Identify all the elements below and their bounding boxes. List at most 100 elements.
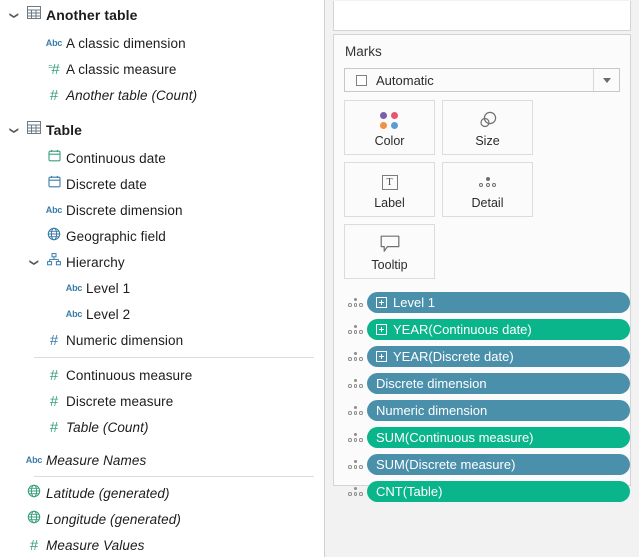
detail-dots-icon[interactable] — [344, 487, 367, 496]
mark-button-detail[interactable]: Detail — [442, 162, 533, 217]
field-item[interactable]: # Table (Count) — [0, 414, 324, 440]
field-label: Numeric dimension — [66, 332, 184, 348]
detail-dots-icon[interactable] — [344, 460, 367, 469]
data-pane: ❯ Another table Abc A classic dimension = # A … — [0, 0, 325, 557]
field-item[interactable]: # Discrete measure — [0, 388, 324, 414]
chevron-down-icon[interactable]: ❯ — [30, 254, 40, 270]
field-item[interactable]: Abc Discrete dimension — [0, 197, 324, 223]
field-icon-slot: # — [42, 333, 66, 348]
field-item[interactable]: Latitude (generated) — [0, 480, 324, 506]
marks-card-title: Marks — [345, 44, 382, 59]
marks-shelf-pill-list: Level 1 YEAR(Continuous date) YEAR(Discret… — [334, 290, 630, 504]
detail-dots-icon — [479, 169, 496, 195]
field-label: Continuous date — [66, 150, 166, 166]
expand-plus-icon[interactable] — [376, 324, 387, 335]
pill-sumdiscrete-measure[interactable]: SUM(Discrete measure) — [367, 454, 630, 475]
marks-pill-row: YEAR(Continuous date) — [344, 317, 630, 342]
mark-button-size[interactable]: Size — [442, 100, 533, 155]
detail-dots-icon[interactable] — [344, 379, 367, 388]
detail-dots-icon[interactable] — [344, 406, 367, 415]
calculated-number-icon: = # — [48, 60, 60, 78]
marks-pill-row: SUM(Discrete measure) — [344, 452, 630, 477]
number-icon: # — [49, 86, 59, 104]
detail-dots-icon[interactable] — [344, 433, 367, 442]
field-label: A classic dimension — [66, 35, 186, 51]
expand-plus-icon[interactable] — [376, 351, 387, 362]
field-divider — [34, 357, 314, 358]
pill-cnttable[interactable]: CNT(Table) — [367, 481, 630, 502]
field-label: Discrete dimension — [66, 202, 183, 218]
mark-type-dropdown[interactable]: Automatic — [344, 68, 620, 92]
field-icon-slot: Abc — [62, 283, 86, 293]
field-label: Geographic field — [66, 228, 166, 244]
pill-discrete-dimension[interactable]: Discrete dimension — [367, 373, 630, 394]
field-label: Latitude (generated) — [46, 485, 170, 501]
size-circles-icon — [477, 107, 499, 133]
field-item[interactable]: Geographic field — [0, 223, 324, 249]
globe-green-icon — [27, 484, 41, 503]
field-label: Measure Values — [46, 537, 145, 553]
globe-green-icon — [27, 510, 41, 529]
chevron-down-icon[interactable] — [593, 69, 619, 91]
pill-sumcontinuous-measure[interactable]: SUM(Continuous measure) — [367, 427, 630, 448]
pill-yearcontinuous-date[interactable]: YEAR(Continuous date) — [367, 319, 630, 340]
marks-pill-row: Level 1 — [344, 290, 630, 315]
detail-dots-icon[interactable] — [344, 325, 367, 334]
pill-yeardiscrete-date[interactable]: YEAR(Discrete date) — [367, 346, 630, 367]
field-item[interactable]: Discrete date — [0, 171, 324, 197]
field-item[interactable]: = # A classic measure — [0, 56, 324, 82]
detail-dots-icon[interactable] — [344, 352, 367, 361]
mark-button-color[interactable]: Color — [344, 100, 435, 155]
field-item[interactable]: Abc Level 2 — [0, 301, 324, 327]
cards-column: Marks Automatic Color Size T Label Detail Too… — [326, 0, 639, 557]
tooltip-bubble-icon — [380, 231, 400, 257]
table-icon — [27, 121, 41, 139]
pill-label: Level 1 — [393, 295, 435, 310]
pill-label: SUM(Discrete measure) — [376, 457, 516, 472]
field-icon-slot — [42, 149, 66, 167]
mark-button-tooltip[interactable]: Tooltip — [344, 224, 435, 279]
field-item[interactable]: Abc Level 1 — [0, 275, 324, 301]
pill-numeric-dimension[interactable]: Numeric dimension — [367, 400, 630, 421]
pill-label: SUM(Continuous measure) — [376, 430, 534, 445]
mark-button-label: Color — [374, 134, 405, 148]
field-label: Table (Count) — [66, 419, 149, 435]
field-icon-slot — [42, 175, 66, 193]
field-item[interactable]: Abc A classic dimension — [0, 30, 324, 56]
field-label: Measure Names — [46, 452, 147, 468]
data-source-group-table[interactable]: ❯ Table — [0, 115, 324, 145]
calendar-green-icon — [47, 149, 61, 167]
field-icon-slot: # — [42, 394, 66, 409]
field-item[interactable]: # Measure Values — [0, 532, 324, 557]
mark-button-label: Size — [475, 134, 500, 148]
group-label: Table — [46, 122, 83, 138]
field-item[interactable]: # Continuous measure — [0, 362, 324, 388]
field-item[interactable]: # Numeric dimension — [0, 327, 324, 353]
number-icon: # — [49, 392, 59, 410]
field-icon-slot — [42, 253, 66, 271]
field-item[interactable]: ❯ Hierarchy — [0, 249, 324, 275]
field-item[interactable]: Continuous date — [0, 145, 324, 171]
table-icon — [27, 6, 41, 24]
pill-label: CNT(Table) — [376, 484, 443, 499]
chevron-down-icon[interactable]: ❯ — [10, 7, 20, 23]
pill-level-1[interactable]: Level 1 — [367, 292, 630, 313]
field-icon-slot — [22, 484, 46, 503]
marks-card: Marks Automatic Color Size T Label Detail Too… — [333, 34, 631, 502]
field-icon-slot: # — [42, 420, 66, 435]
pill-label: YEAR(Continuous date) — [393, 322, 532, 337]
field-item[interactable]: # Another table (Count) — [0, 82, 324, 108]
pill-label: Numeric dimension — [376, 403, 488, 418]
field-item[interactable]: Longitude (generated) — [0, 506, 324, 532]
data-source-group-another-table[interactable]: ❯ Another table — [0, 0, 324, 30]
chevron-down-icon[interactable]: ❯ — [10, 122, 20, 138]
field-icon-slot: # — [42, 368, 66, 383]
abc-icon: Abc — [65, 309, 83, 319]
detail-dots-icon[interactable] — [344, 298, 367, 307]
marks-pill-row: Numeric dimension — [344, 398, 630, 423]
mark-button-label[interactable]: T Label — [344, 162, 435, 217]
globe-blue-icon — [47, 227, 61, 246]
field-item[interactable]: Abc Measure Names — [0, 447, 324, 473]
expand-plus-icon[interactable] — [376, 297, 387, 308]
abc-icon: Abc — [65, 283, 83, 293]
